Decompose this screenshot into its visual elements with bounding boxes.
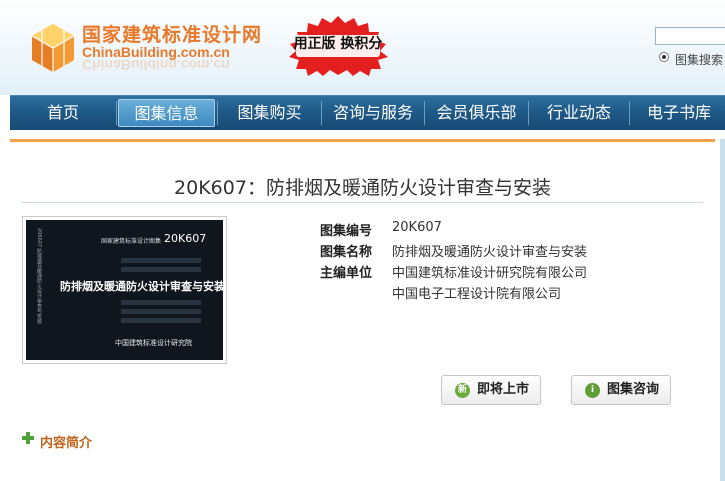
nav-item-ebook-library[interactable]: 电子书库 [630, 96, 725, 130]
cover-ghost-line [121, 309, 201, 314]
main-nav: 首页 图集信息 图集购买 咨询与服务 会员俱乐部 行业动态 电子书库 [10, 95, 725, 130]
page-scrollbar-track[interactable] [720, 139, 725, 481]
atlas-consult-label: 图集咨询 [607, 382, 660, 397]
nav-item-atlas-purchase[interactable]: 图集购买 [218, 96, 321, 130]
atlas-cover-image[interactable]: 20K607 防排烟及暖通防火设计审查与安装 国家建筑标准设计图集 20K607… [22, 216, 227, 364]
site-header: 国家建筑标准设计网 ChinaBuilding.com.cn ChinaBuil… [0, 0, 725, 95]
atlas-consult-button[interactable]: i 图集咨询 [571, 375, 671, 405]
logo-icon[interactable] [30, 22, 76, 74]
coming-soon-label: 即将上市 [477, 382, 530, 397]
cover-publisher: 中国建筑标准设计研究院 [115, 339, 192, 347]
search-scope-radio[interactable] [659, 52, 669, 62]
page-title: 20K607：防排烟及暖通防火设计审查与安装 [174, 177, 551, 199]
meta-value-editor-2: 中国电子工程设计院有限公司 [392, 287, 562, 302]
info-icon: i [585, 383, 600, 398]
search-scope-label[interactable]: 图集搜索 [675, 51, 723, 68]
cover-artwork: 20K607 防排烟及暖通防火设计审查与安装 国家建筑标准设计图集 20K607… [26, 220, 223, 360]
meta-label-code: 图集编号 [320, 224, 373, 239]
nav-item-consulting[interactable]: 咨询与服务 [322, 96, 424, 130]
cover-title: 防排烟及暖通防火设计审查与安装 [60, 280, 223, 293]
nav-item-atlas-info[interactable]: 图集信息 [118, 99, 215, 127]
cover-ghost-line [121, 267, 201, 272]
title-divider [22, 202, 703, 203]
meta-value-code: 20K607 [392, 220, 442, 235]
promo-text: 用正版 换积分 [293, 36, 383, 52]
content-top-border [10, 139, 715, 142]
meta-value-name: 防排烟及暖通防火设计审查与安装 [392, 245, 588, 260]
search-input[interactable] [655, 27, 725, 45]
nav-item-member-club[interactable]: 会员俱乐部 [425, 96, 528, 130]
nav-item-home[interactable]: 首页 [10, 96, 116, 130]
cover-ghost-line [121, 318, 201, 323]
new-icon: 新 [455, 383, 470, 398]
coming-soon-button[interactable]: 新 即将上市 [441, 375, 541, 405]
meta-value-editor: 中国建筑标准设计研究院有限公司 [392, 266, 588, 281]
plus-icon[interactable] [22, 432, 34, 444]
nav-separator [116, 101, 117, 125]
cover-ghost-line [121, 258, 201, 263]
meta-label-editor: 主编单位 [320, 266, 373, 281]
logo-en-reflection: ChinaBuilding.com.cn [82, 57, 230, 73]
cover-spine-text: 20K607 防排烟及暖通防火设计审查与安装 [36, 228, 42, 324]
meta-label-name: 图集名称 [320, 245, 373, 260]
content-intro-toggle[interactable]: 内容简介 [40, 432, 92, 451]
logo-cn-text[interactable]: 国家建筑标准设计网 [82, 20, 262, 47]
cover-ghost-line [121, 300, 201, 305]
cover-code: 20K607 [164, 232, 207, 245]
nav-item-industry-news[interactable]: 行业动态 [529, 96, 629, 130]
cover-series-label: 国家建筑标准设计图集 [101, 238, 162, 245]
product-detail-panel: 20K607：防排烟及暖通防火设计审查与安装 20K607 防排烟及暖通防火设计… [10, 139, 715, 481]
